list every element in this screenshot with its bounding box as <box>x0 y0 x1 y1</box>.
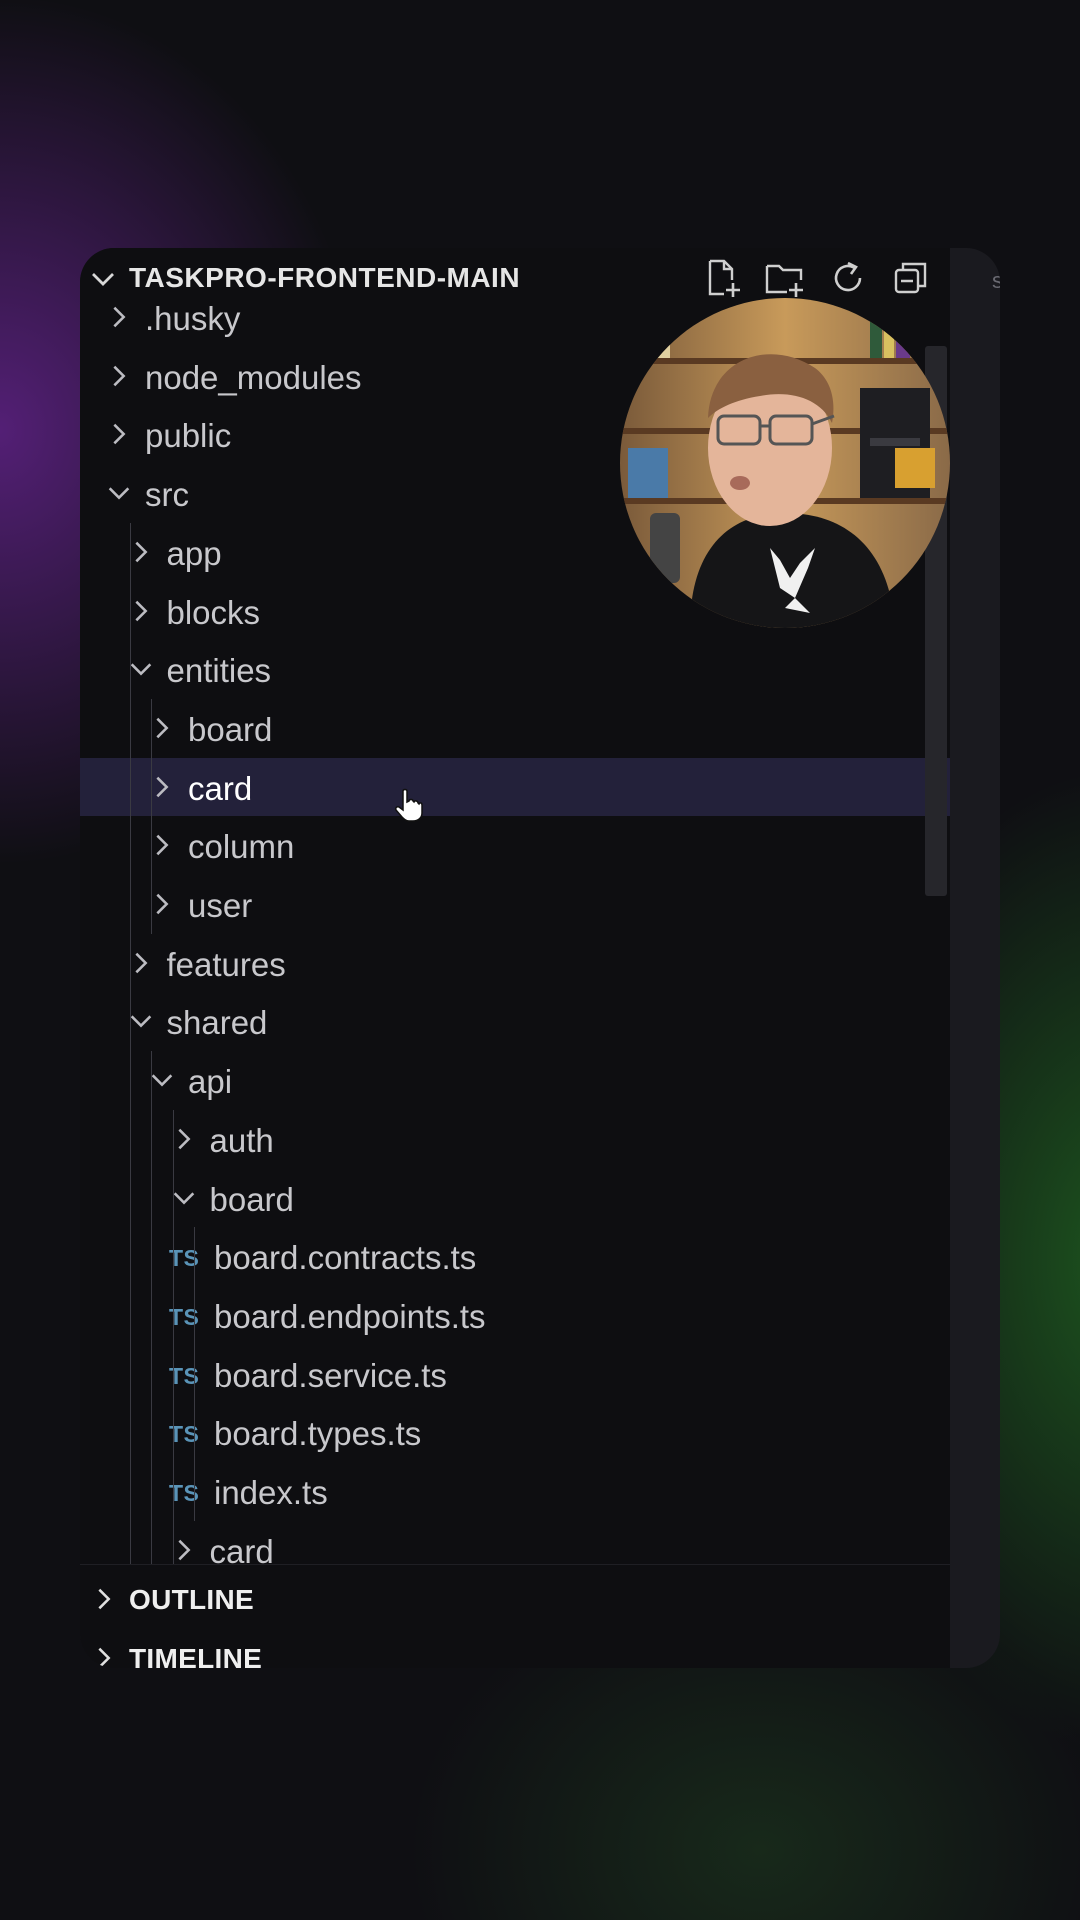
tree-folder-item[interactable]: shared <box>80 992 950 1050</box>
collapse-all-icon[interactable] <box>889 256 933 300</box>
tree-folder-item[interactable]: board <box>80 1169 950 1227</box>
tree-item-label: board <box>188 710 273 748</box>
tree-item-label: shared <box>166 1004 268 1042</box>
tree-item-label: src <box>145 476 189 514</box>
indent-guide <box>130 522 131 1564</box>
tree-file-item[interactable]: TS board.service.ts <box>80 1345 950 1403</box>
tree-item-label: auth <box>209 1121 274 1159</box>
tree-folder-item[interactable]: features <box>80 934 950 992</box>
tree-file-item[interactable]: TS board.contracts.ts <box>80 1227 950 1285</box>
chevron-right-icon[interactable] <box>105 306 133 331</box>
tree-folder-item[interactable]: board <box>80 699 950 757</box>
outline-section[interactable]: OUTLINE <box>80 1570 950 1628</box>
side-panel: TASKPRO-FRONTEND-MAIN .husky node_modules… <box>80 248 1000 1668</box>
indent-guide <box>151 698 152 934</box>
tree-folder-item[interactable]: api <box>80 1051 950 1109</box>
tree-item-label: features <box>166 945 286 983</box>
chevron-right-icon[interactable] <box>148 831 176 859</box>
tree-item-label: column <box>188 828 295 866</box>
timeline-label: TIMELINE <box>129 1643 263 1668</box>
tree-folder-item[interactable]: entities <box>80 640 950 698</box>
tree-item-label: board.service.ts <box>214 1356 447 1394</box>
tree-item-label: index.ts <box>214 1474 328 1511</box>
tree-folder-item[interactable]: user <box>80 875 950 933</box>
chevron-down-icon[interactable] <box>88 264 118 294</box>
indent-guide <box>151 1051 152 1564</box>
tree-item-label: board.contracts.ts <box>214 1239 477 1277</box>
tree-item-label: entities <box>166 652 272 690</box>
explorer-header[interactable]: TASKPRO-FRONTEND-MAIN <box>80 248 950 306</box>
new-folder-icon[interactable] <box>763 256 807 300</box>
tree-folder-item[interactable]: card <box>80 1521 950 1564</box>
tree-item-label: card <box>188 769 253 807</box>
webcam-avatar <box>620 298 950 628</box>
tree-folder-item[interactable]: auth <box>80 1110 950 1168</box>
tree-item-label: api <box>188 1063 233 1101</box>
tree-item-label: card <box>209 1532 274 1564</box>
new-file-icon[interactable] <box>700 256 744 300</box>
tree-item-label: node_modules <box>145 358 362 396</box>
explorer-title: TASKPRO-FRONTEND-MAIN <box>129 262 521 293</box>
tree-item-label: user <box>188 887 253 924</box>
tree-item-label: board <box>209 1180 294 1218</box>
side-view-label: s <box>992 268 1000 293</box>
indent-guide <box>194 1227 195 1521</box>
chevron-down-icon[interactable] <box>105 479 133 507</box>
tree-item-label: public <box>145 417 232 455</box>
chevron-right-icon[interactable] <box>148 773 176 801</box>
timeline-section[interactable]: TIMELINE <box>80 1629 950 1668</box>
indent-guide <box>173 1109 174 1564</box>
chevron-right-icon[interactable] <box>90 1644 118 1668</box>
tree-item-label: board.endpoints.ts <box>214 1297 486 1335</box>
tree-file-item[interactable]: TS board.endpoints.ts <box>80 1286 950 1344</box>
refresh-icon[interactable] <box>826 256 870 300</box>
chevron-right-icon[interactable] <box>105 362 133 390</box>
chevron-right-icon[interactable] <box>148 714 176 742</box>
tree-item-label: blocks <box>166 593 261 631</box>
outline-label: OUTLINE <box>129 1584 254 1615</box>
tree-item-label: app <box>166 534 222 572</box>
chevron-down-icon[interactable] <box>148 1066 176 1094</box>
mouse-pointer-icon <box>395 788 423 822</box>
section-divider <box>80 1564 950 1565</box>
explorer-view: TASKPRO-FRONTEND-MAIN .husky node_modules… <box>80 248 950 1668</box>
chevron-right-icon[interactable] <box>90 1585 118 1613</box>
tree-file-item[interactable]: TS index.ts <box>80 1462 950 1520</box>
tree-item-label: board.types.ts <box>214 1415 422 1453</box>
tree-folder-item[interactable]: column <box>80 816 950 874</box>
chevron-right-icon[interactable] <box>148 890 176 918</box>
tree-folder-item[interactable]: card <box>80 757 950 816</box>
tree-file-item[interactable]: TS board.types.ts <box>80 1403 950 1461</box>
tree-item-label: .husky <box>145 306 241 337</box>
chevron-right-icon[interactable] <box>105 420 133 448</box>
